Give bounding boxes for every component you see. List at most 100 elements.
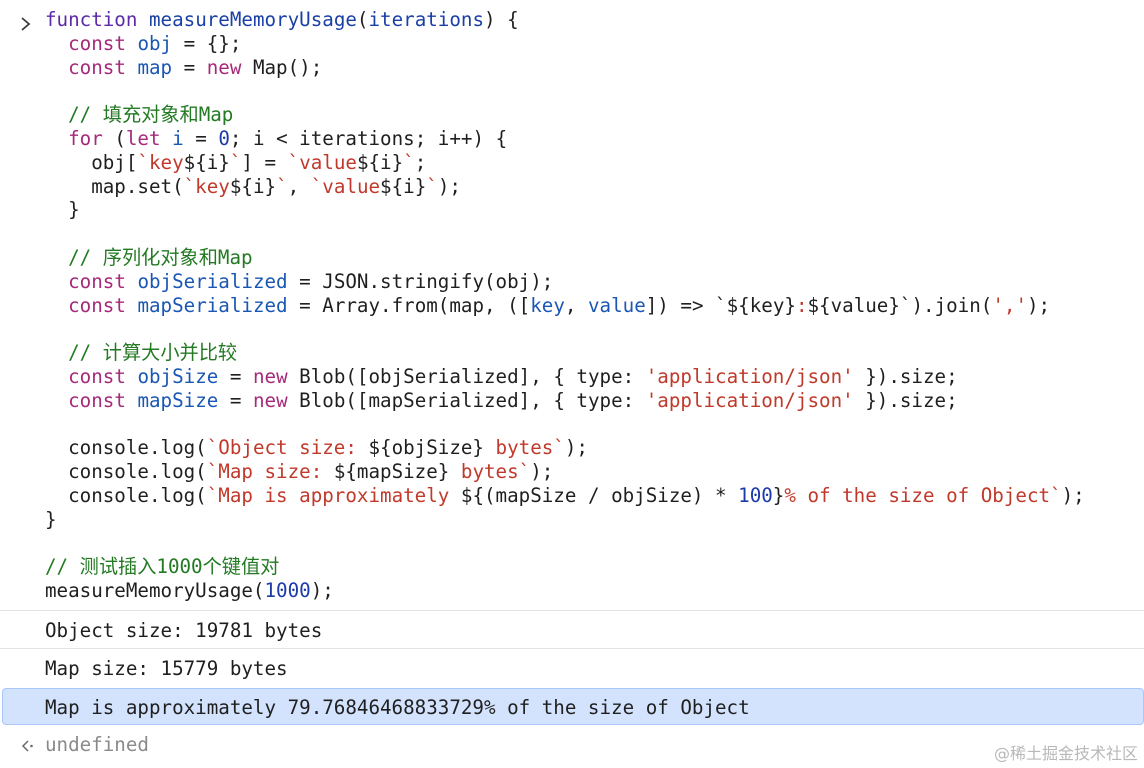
code-line: // 填充对象和Map [45, 103, 1085, 127]
code-token: }).size; [853, 364, 958, 388]
code-token: } [45, 507, 57, 531]
code-token: measureMemoryUsage [148, 8, 357, 31]
code-token: ]) => `${key} [645, 293, 796, 317]
code-line: console.log(`Object size: ${objSize} byt… [45, 436, 1085, 460]
code-token: const [68, 293, 126, 317]
code-token: 0 [218, 126, 230, 150]
code-token: bytes` [449, 460, 531, 484]
code-token: } [45, 198, 80, 222]
code-token: = Array.from(map, ([ [287, 293, 531, 317]
watermark: @稀土掘金技术社区 [993, 744, 1138, 763]
code-line: const mapSize = new Blob([mapSerialized]… [45, 389, 1085, 413]
result-value: undefined [45, 733, 149, 756]
console-input-entry[interactable]: function measureMemoryUsage(iterations) … [0, 8, 1144, 608]
code-token: const [68, 388, 126, 412]
code-token: ${i} [183, 150, 230, 174]
code-token: mapSize [137, 388, 219, 412]
code-line: console.log(`Map is approximately ${(map… [45, 484, 1085, 508]
code-token: map [137, 55, 173, 79]
code-token: 1000 [264, 579, 311, 603]
code-token: }).size; [853, 388, 958, 412]
code-token: mapSerialized [137, 293, 288, 317]
code-token: let [125, 126, 161, 150]
code-token: obj [137, 31, 173, 55]
code-token: iterations [368, 8, 485, 31]
code-token: // 填充对象和Map [68, 103, 234, 127]
code-token: ); [437, 174, 461, 198]
code-line: measureMemoryUsage(1000); [45, 579, 1085, 603]
code-line: function measureMemoryUsage(iterations) … [45, 8, 1085, 32]
code-token: console.log( [45, 483, 207, 507]
code-token: ${i} [229, 174, 277, 198]
code-token: ${objSize} [368, 436, 484, 460]
code-token: ); [1061, 483, 1085, 507]
code-token: = JSON.stringify(obj); [287, 269, 554, 293]
code-token: ${(mapSize / objSize) * [460, 483, 739, 507]
code-token: = [172, 55, 207, 79]
code-token: ${mapSize} [333, 460, 450, 484]
code-token: `value [310, 174, 381, 198]
code-token: ); [530, 460, 554, 484]
console-log-row[interactable]: Map size: 15779 bytes [0, 648, 1144, 685]
code-token: ) { [484, 8, 519, 31]
code-token: const [68, 55, 126, 79]
code-token: `key [137, 150, 184, 174]
console-result-row[interactable]: undefined [0, 726, 1144, 762]
code-token: Blob([mapSerialized], { type: [287, 388, 646, 412]
code-token: ` [229, 150, 242, 174]
code-token: key [530, 293, 565, 317]
code-token: 'application/json' [645, 388, 854, 412]
code-token: console.log( [45, 460, 207, 484]
console-log-row[interactable]: Object size: 19781 bytes [0, 610, 1144, 647]
code-token: i [172, 126, 184, 150]
code-token: map.set( [45, 174, 184, 198]
chevron-right-icon [19, 14, 33, 34]
code-line: const objSize = new Blob([objSerialized]… [45, 365, 1085, 389]
code-token: % of the size of Object` [784, 483, 1062, 507]
code-token: `value [287, 150, 357, 174]
code-token: ); [310, 579, 334, 603]
code-token: 'application/json' [645, 364, 854, 388]
code-token: Map(); [241, 55, 323, 79]
code-token: `Object size: [206, 436, 369, 460]
code-token: = [218, 388, 253, 412]
console-log-row-selected[interactable]: Map is approximately 79.76846468833729% … [2, 688, 1144, 725]
return-arrow-icon [19, 736, 35, 752]
code-line: const map = new Map(); [45, 56, 1085, 80]
code-token: , [564, 293, 588, 317]
code-token: value [587, 293, 646, 317]
log-message: Map is approximately 79.76846468833729% … [45, 696, 750, 719]
code-line: } [45, 508, 1085, 532]
code-token: ` [403, 150, 415, 174]
code-token: // 测试插入1000个键值对 [45, 555, 280, 579]
code-token: ] = [241, 150, 288, 174]
code-editor[interactable]: function measureMemoryUsage(iterations) … [45, 8, 1085, 603]
code-token: bytes` [484, 436, 565, 460]
devtools-console: function measureMemoryUsage(iterations) … [0, 0, 1144, 768]
code-line: // 计算大小并比较 [45, 341, 1085, 365]
code-token: , [287, 174, 311, 198]
code-token: 100 [738, 483, 773, 507]
code-token: ${i} [380, 174, 427, 198]
code-token: obj[ [45, 150, 138, 174]
code-line: const mapSerialized = Array.from(map, ([… [45, 294, 1085, 318]
code-token: : [795, 293, 808, 317]
code-line: obj[`key${i}`] = `value${i}`; [45, 151, 1085, 175]
code-token: function [45, 8, 138, 31]
code-token: ` [276, 174, 288, 198]
